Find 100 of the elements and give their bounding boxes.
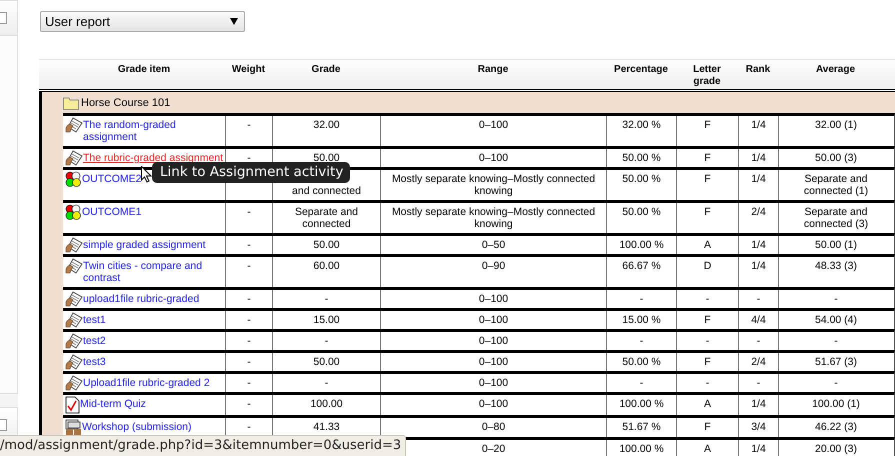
grade-item-link[interactable]: test2 <box>83 335 106 347</box>
grade-item-link[interactable]: test3 <box>83 356 106 368</box>
column-header: Average <box>814 63 856 77</box>
table-cell: - <box>247 293 251 305</box>
table-cell: 100.00 % <box>619 398 664 410</box>
table-cell: 0–20 <box>482 443 506 455</box>
category-name: Horse Course 101 <box>81 96 170 108</box>
table-cell: 1/4 <box>751 443 766 455</box>
table-cell: - <box>706 335 710 347</box>
table-cell: - <box>756 293 760 305</box>
table-cell: 46.22 (3) <box>814 421 858 433</box>
table-cell: F <box>704 173 711 185</box>
status-bar: /mod/assignment/grade.php?id=3&itemnumber=0&userid=3 <box>0 435 406 456</box>
table-cell: D <box>704 260 712 272</box>
table-cell: - <box>247 335 251 347</box>
table-cell: Mostly separate knowing–Mostly connected knowing <box>392 173 596 197</box>
table-cell: 50.00 % <box>622 152 661 164</box>
table-cell: Separate and connected (1) <box>804 173 868 197</box>
table-cell: 50.00 % <box>622 173 661 185</box>
table-cell: 0–100 <box>478 356 508 368</box>
table-cell: F <box>704 314 711 326</box>
table-cell: A <box>704 398 711 410</box>
table-cell: 3/4 <box>751 421 766 433</box>
table-cell: 100.00 <box>310 398 343 410</box>
table-cell: - <box>247 239 251 251</box>
table-cell: 50.00 (1) <box>814 239 858 251</box>
table-cell: 0–90 <box>482 260 506 272</box>
grade-item-link[interactable]: upload1file rubric-graded <box>83 293 200 305</box>
table-cell: - <box>834 377 838 389</box>
table-cell: 0–100 <box>478 293 508 305</box>
table-cell: - <box>324 293 328 305</box>
table-cell: 50.00 % <box>622 206 661 218</box>
grade-item-link[interactable]: OUTCOME2 <box>82 173 142 185</box>
table-cell: - <box>706 293 710 305</box>
table-cell: 1/4 <box>751 260 766 272</box>
table-cell: - <box>247 398 251 410</box>
grade-item-link[interactable]: test1 <box>83 314 106 326</box>
grade-item-link[interactable]: simple graded assignment <box>83 239 206 251</box>
table-cell: - <box>640 335 644 347</box>
table-cell: 1/4 <box>751 398 766 410</box>
table-cell: 20.00 (3) <box>814 443 858 455</box>
grade-item-link[interactable]: The rubric-graded assignment <box>83 152 224 164</box>
table-cell: 100.00 % <box>619 239 664 251</box>
collapse-icon[interactable] <box>0 419 7 431</box>
grade-item-link[interactable]: Mid-term Quiz <box>80 398 146 410</box>
table-cell: 50.00 <box>313 356 340 368</box>
table-cell: 0–80 <box>482 421 506 433</box>
table-cell: F <box>704 421 711 433</box>
collapse-icon[interactable] <box>0 12 7 24</box>
table-cell: - <box>324 335 328 347</box>
table-cell: 0–50 <box>482 239 506 251</box>
table-cell: F <box>704 119 711 131</box>
table-cell: 0–100 <box>478 377 508 389</box>
table-cell: 4/4 <box>751 314 766 326</box>
table-cell: 50.00 <box>313 152 340 164</box>
table-cell: - <box>247 206 251 218</box>
table-cell: 48.33 (3) <box>814 260 858 272</box>
table-cell: 15.00 % <box>622 314 661 326</box>
table-cell: - <box>706 377 710 389</box>
table-cell: 60.00 <box>313 260 340 272</box>
table-cell: - <box>247 356 251 368</box>
tooltip: Link to Assignment activity <box>152 162 350 183</box>
table-cell: 1/4 <box>751 152 766 164</box>
grade-item-link[interactable]: Upload1file rubric-graded 2 <box>83 377 210 389</box>
table-cell: 50.00 <box>313 239 340 251</box>
table-cell: 66.67 % <box>622 260 661 272</box>
column-header: Range <box>476 63 510 77</box>
table-cell: F <box>704 206 711 218</box>
dropdown-icon <box>230 18 238 25</box>
table-cell: - <box>756 377 760 389</box>
table-cell: 2/4 <box>751 206 766 218</box>
table-cell: 32.00 <box>313 119 340 131</box>
table-cell: - <box>324 377 328 389</box>
table-cell: - <box>247 260 251 272</box>
table-cell: - <box>247 152 251 164</box>
table-cell: 0–100 <box>478 314 508 326</box>
table-cell: - <box>834 335 838 347</box>
column-header: Rank <box>744 63 772 77</box>
table-cell: - <box>756 335 760 347</box>
table-cell: 41.33 <box>313 421 340 433</box>
column-header: Letter grade <box>692 63 722 89</box>
table-cell: A <box>704 443 711 455</box>
table-cell: - <box>640 293 644 305</box>
grade-item-link[interactable]: The random-graded assignment <box>83 119 225 143</box>
table-cell: Separate and connected <box>294 206 358 230</box>
column-header: Grade <box>310 63 342 77</box>
table-cell: 100.00 % <box>619 443 664 455</box>
folder-icon <box>63 95 80 110</box>
workshop-icon <box>65 419 82 436</box>
column-header: Grade item <box>116 63 172 77</box>
table-cell: 1/4 <box>751 119 766 131</box>
grade-item-link[interactable]: OUTCOME1 <box>82 206 142 218</box>
table-cell: 54.00 (4) <box>814 314 858 326</box>
table-cell: Mostly separate knowing–Mostly connected knowing <box>392 206 596 230</box>
table-cell: 0–100 <box>478 152 508 164</box>
table-cell: - <box>247 421 251 433</box>
grade-item-link[interactable]: Twin cities - compare and contrast <box>83 260 225 284</box>
table-cell: 0–100 <box>478 119 508 131</box>
grade-item-link[interactable]: Workshop (submission) <box>82 421 192 433</box>
report-select[interactable]: User report <box>40 11 245 32</box>
